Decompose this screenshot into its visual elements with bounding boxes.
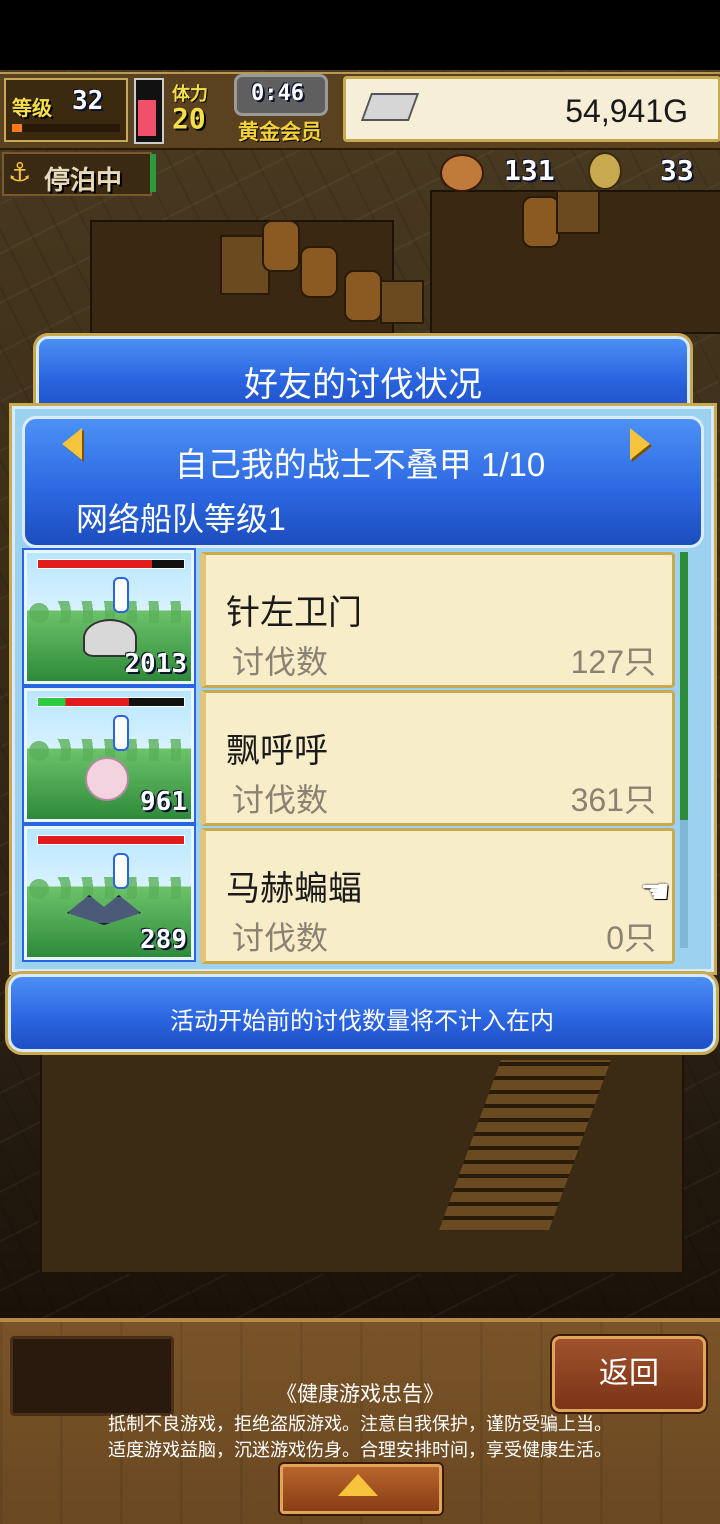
monster-hp-bar — [37, 559, 185, 569]
barrel — [344, 270, 382, 322]
monster-hp-bar — [37, 835, 185, 845]
kill-count-value: 361只 — [570, 782, 656, 818]
material-count: 33 — [660, 154, 694, 187]
material-icon — [588, 152, 622, 190]
monster-name: 飘呼呼 — [226, 732, 328, 770]
level-label: 等级 — [12, 98, 52, 120]
hp-fill — [38, 698, 129, 706]
docking-status: ⚓ 停泊中 — [2, 152, 152, 196]
barrel — [262, 220, 300, 272]
silver-ingot-icon — [360, 93, 420, 121]
barrel — [300, 246, 338, 298]
exp-bar-fill — [12, 124, 22, 132]
panel-title: 好友的讨伐状况 — [244, 366, 482, 404]
kill-count-label: 讨伐数 — [232, 782, 329, 818]
ghost-monster-icon — [85, 757, 129, 801]
kill-count-label: 讨伐数 — [232, 920, 329, 956]
level-badge: 等级 32 — [4, 78, 128, 142]
gold-display: 54,941G — [343, 76, 720, 142]
monster-id-number: 2013 — [124, 649, 187, 679]
monster-card[interactable]: 马赫蝙蝠 讨伐数 0只 — [200, 828, 675, 964]
hp-fill — [38, 836, 184, 844]
health-advisory-line-1: 抵制不良游戏，拒绝盗版游戏。注意自我保护，谨防受骗上当。 — [108, 1414, 612, 1434]
forest-backdrop — [27, 877, 191, 899]
gold-value: 54,941G — [565, 93, 688, 129]
membership-label: 黄金会员 — [238, 121, 322, 144]
panel-title-bar: 好友的讨伐状况 — [36, 336, 690, 416]
stamina-value: 20 — [172, 102, 206, 135]
stamina-box: 体力 20 — [168, 78, 234, 136]
health-advisory-line-2: 适度游戏益脑，沉迷游戏伤身。合理安排时间，享受健康生活。 — [108, 1440, 612, 1460]
monster-thumbnail[interactable]: 2013 — [24, 550, 194, 684]
monster-card[interactable]: 针左卫门 讨伐数 127只 — [200, 552, 675, 688]
food-count: 131 — [504, 154, 555, 187]
anchor-icon: ⚓ — [8, 158, 32, 188]
monster-name: 马赫蝙蝠 — [226, 870, 362, 908]
stamina-gauge — [134, 78, 164, 144]
monster-card[interactable]: 飘呼呼 讨伐数 361只 — [200, 690, 675, 826]
timer-text: 0:46 — [251, 81, 304, 106]
exp-bar — [12, 124, 120, 132]
docking-progress — [150, 154, 156, 192]
food-icon — [440, 154, 484, 192]
notice-text: 活动开始前的讨伐数量将不计入在内 — [170, 1008, 554, 1035]
up-arrow-icon — [338, 1474, 378, 1496]
monster-thumbnail[interactable]: 289 — [24, 826, 194, 960]
hp-fill — [38, 560, 152, 568]
kill-count-value: 127只 — [570, 644, 656, 680]
stamina-gauge-fill — [138, 100, 156, 136]
timer-box: 0:46 — [234, 74, 328, 116]
friend-name: 自己我的战士不叠甲 1/10 — [174, 446, 546, 483]
crate — [556, 190, 600, 234]
docking-label: 停泊中 — [44, 165, 123, 195]
kill-count-label: 讨伐数 — [232, 644, 329, 680]
bat-monster-icon — [67, 895, 141, 925]
exclamation-icon — [113, 853, 129, 889]
monster-id-number: 289 — [140, 925, 187, 955]
notice-bar: 活动开始前的讨伐数量将不计入在内 — [8, 974, 716, 1052]
barrel — [522, 196, 560, 248]
health-advisory-title: 《健康游戏忠告》 — [276, 1383, 444, 1406]
monster-name: 针左卫门 — [226, 594, 362, 632]
kill-count-value: 0只 — [606, 920, 656, 956]
monster-hp-bar — [37, 697, 185, 707]
fleet-level: 网络船队等级1 — [76, 501, 286, 537]
list-scrollbar-thumb[interactable] — [680, 552, 688, 820]
monster-thumbnail[interactable]: 961 — [24, 688, 194, 822]
exclamation-icon — [113, 577, 129, 613]
crate — [380, 280, 424, 324]
pointing-hand-icon: ☚ — [640, 872, 671, 912]
monster-id-number: 961 — [140, 787, 187, 817]
exclamation-icon — [113, 715, 129, 751]
level-value: 32 — [72, 86, 104, 116]
